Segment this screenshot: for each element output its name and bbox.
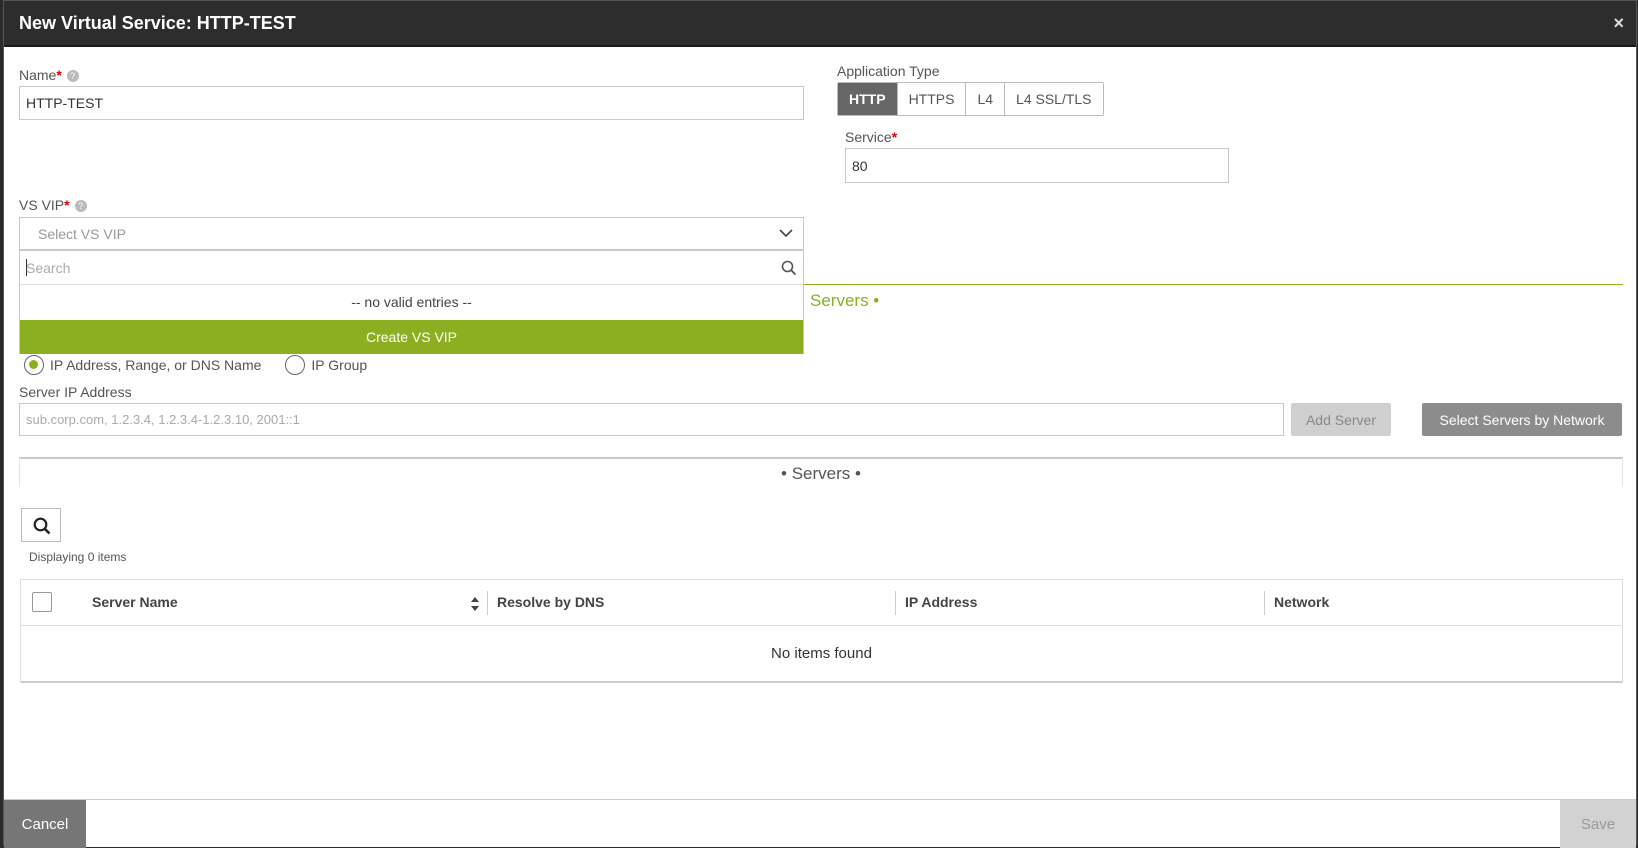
create-vs-vip-button[interactable]: Create VS VIP — [20, 320, 803, 354]
radio-ip-group-label: IP Group — [311, 357, 368, 373]
app-type-https[interactable]: HTTPS — [897, 83, 967, 115]
modal-title: New Virtual Service: HTTP-TEST — [19, 13, 296, 33]
column-network: Network — [1274, 594, 1330, 610]
required-marker: * — [64, 197, 70, 213]
application-type-selector: HTTP HTTPS L4 L4 SSL/TLS — [837, 82, 1104, 116]
app-type-http[interactable]: HTTP — [838, 83, 898, 115]
select-all-checkbox[interactable] — [32, 592, 52, 612]
column-resolve-by-dns: Resolve by DNS — [497, 594, 605, 610]
search-icon — [33, 517, 51, 535]
sort-icon[interactable] — [470, 596, 480, 612]
dropdown-search-placeholder: Search — [26, 260, 71, 276]
table-header-row: Server Name Resolve by DNS IP Address Ne… — [21, 580, 1622, 626]
modal-footer: Cancel Save — [4, 799, 1636, 848]
chevron-down-icon — [779, 229, 793, 238]
server-ip-label: Server IP Address — [19, 384, 132, 400]
save-button[interactable]: Save — [1560, 800, 1636, 848]
vs-vip-dropdown: Search -- no valid entries -- Create VS … — [19, 250, 804, 354]
radio-ip-address[interactable]: IP Address, Range, or DNS Name — [24, 355, 261, 375]
radio-ip-address-label: IP Address, Range, or DNS Name — [50, 357, 262, 373]
vs-vip-label: VS VIP*? — [19, 197, 87, 213]
name-label: Name*? — [19, 67, 79, 83]
help-icon[interactable]: ? — [74, 200, 87, 213]
cancel-button[interactable]: Cancel — [4, 800, 86, 848]
vs-vip-label-text: VS VIP — [19, 197, 65, 213]
server-type-radio-group: IP Address, Range, or DNS Name IP Group — [24, 355, 391, 375]
name-label-text: Name — [19, 67, 57, 83]
vs-vip-select[interactable]: Select VS VIP — [19, 217, 804, 250]
servers-table-heading: • Servers • — [19, 457, 1623, 487]
servers-section-title: Servers • — [810, 291, 880, 310]
vs-vip-placeholder: Select VS VIP — [38, 226, 126, 242]
table-search-button[interactable] — [21, 508, 61, 542]
modal-dialog: New Virtual Service: HTTP-TEST × Name*? … — [3, 0, 1637, 848]
name-input[interactable]: HTTP-TEST — [19, 86, 804, 120]
radio-selected-icon — [24, 355, 44, 375]
radio-unselected-icon — [285, 355, 306, 375]
modal-header: New Virtual Service: HTTP-TEST × — [4, 1, 1636, 47]
app-type-l4-ssl-tls[interactable]: L4 SSL/TLS — [1005, 83, 1103, 115]
service-label: Service* — [845, 129, 897, 145]
items-count: Displaying 0 items — [29, 550, 127, 564]
dropdown-search-input[interactable]: Search — [20, 251, 803, 285]
servers-table: Server Name Resolve by DNS IP Address Ne… — [20, 579, 1623, 683]
service-label-text: Service — [845, 129, 892, 145]
column-divider — [487, 591, 488, 615]
column-server-name[interactable]: Server Name — [92, 594, 178, 610]
server-ip-placeholder: sub.corp.com, 1.2.3.4, 1.2.3.4-1.2.3.10,… — [26, 412, 300, 427]
service-input[interactable]: 80 — [845, 148, 1229, 183]
service-input-value: 80 — [852, 157, 868, 174]
help-icon[interactable]: ? — [66, 70, 79, 83]
name-input-value: HTTP-TEST — [26, 95, 103, 111]
column-divider — [1264, 591, 1265, 615]
app-type-l4[interactable]: L4 — [966, 83, 1006, 115]
close-icon[interactable]: × — [1613, 13, 1624, 34]
dropdown-empty-text: -- no valid entries -- — [351, 294, 472, 310]
required-marker: * — [891, 129, 898, 145]
server-ip-input[interactable]: sub.corp.com, 1.2.3.4, 1.2.3.4-1.2.3.10,… — [19, 403, 1284, 436]
radio-ip-group[interactable]: IP Group — [285, 355, 367, 375]
add-server-button[interactable]: Add Server — [1291, 403, 1391, 436]
required-marker: * — [56, 67, 62, 83]
table-empty-message: No items found — [771, 645, 872, 662]
application-type-label: Application Type — [837, 63, 940, 79]
column-ip-address: IP Address — [905, 594, 978, 610]
select-servers-by-network-button[interactable]: Select Servers by Network — [1422, 403, 1622, 436]
column-divider — [895, 591, 896, 615]
search-icon — [781, 260, 797, 276]
